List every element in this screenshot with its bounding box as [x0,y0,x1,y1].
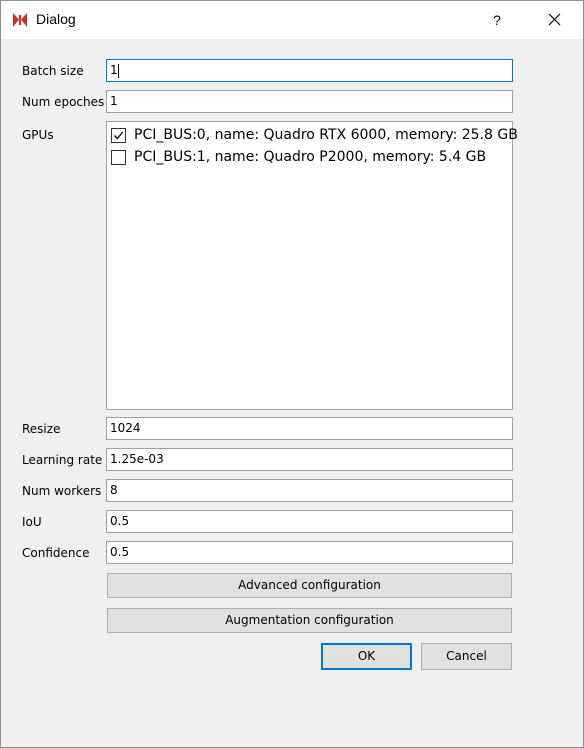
iou-label: IoU [22,515,42,529]
help-button[interactable]: ? [477,1,517,39]
window-title: Dialog [36,11,76,27]
ok-button[interactable]: OK [321,643,412,670]
cancel-button[interactable]: Cancel [421,643,512,670]
gpu-list[interactable]: PCI_BUS:0, name: Quadro RTX 6000, memory… [106,121,518,410]
augmentation-configuration-button[interactable]: Augmentation configuration [107,608,512,633]
close-icon [527,13,583,42]
num-workers-label: Num workers [22,484,102,498]
gpu-1-checkbox[interactable] [111,149,126,165]
close-button[interactable] [527,1,583,39]
batch-size-input[interactable]: 1 [106,59,513,82]
resize-label: Resize [22,422,61,436]
learning-rate-input[interactable]: 1.25e-03 [106,448,513,471]
advanced-configuration-button[interactable]: Advanced configuration [107,573,512,598]
confidence-label: Confidence [22,546,90,560]
gpu-item-1[interactable]: PCI_BUS:1, name: Quadro P2000, memory: 5… [111,147,486,167]
batch-size-label: Batch size [22,64,84,78]
num-epochs-label: Num epoches [22,95,105,109]
learning-rate-label: Learning rate [22,453,103,467]
gpu-item-0[interactable]: PCI_BUS:0, name: Quadro RTX 6000, memory… [111,125,518,145]
gpu-1-label: PCI_BUS:1, name: Quadro P2000, memory: 5… [134,149,487,165]
title-bar[interactable]: Dialog ? [1,1,583,39]
num-epochs-input[interactable]: 1 [106,90,513,113]
dialog-window: Dialog ? Batch size 1 Num epoches 1 GPUs… [0,0,584,748]
text-caret [117,63,119,78]
confidence-input[interactable]: 0.5 [106,541,513,564]
gpus-label: GPUs [22,128,54,142]
batch-size-value: 1 [110,63,118,77]
iou-input[interactable]: 0.5 [106,510,513,533]
num-workers-input[interactable]: 8 [106,479,513,502]
resize-input[interactable]: 1024 [106,417,513,440]
gpu-0-label: PCI_BUS:0, name: Quadro RTX 6000, memory… [134,127,518,143]
gpu-0-checkbox[interactable] [111,127,126,143]
app-logo-icon [12,12,28,28]
